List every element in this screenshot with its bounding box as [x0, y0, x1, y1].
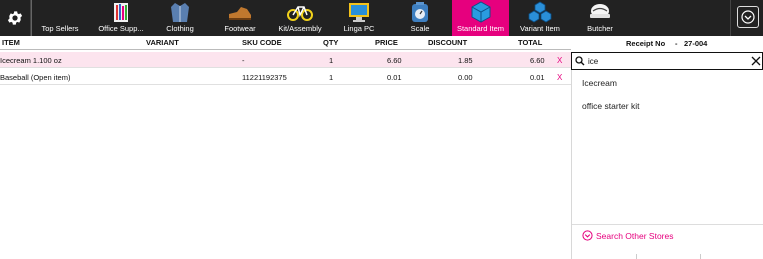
category-scale[interactable]: Scale: [398, 0, 442, 36]
item-price: 6.60: [387, 56, 402, 65]
item-qty: 1: [329, 56, 334, 65]
item-qty: 1: [329, 73, 334, 82]
chevron-down-circle-icon: [741, 10, 755, 24]
order-table-header: ITEM VARIANT SKU CODE QTY PRICE DISCOUNT…: [0, 36, 571, 50]
search-icon: [575, 56, 585, 66]
receipt-dash: -: [675, 39, 678, 48]
category-footwear[interactable]: Footwear: [214, 0, 266, 36]
category-label: Footwear: [224, 24, 256, 33]
suggestion-item[interactable]: Icecream: [582, 78, 617, 88]
category-label: Kit/Assembly: [278, 24, 322, 33]
item-sku: 11221192375: [242, 73, 287, 82]
table-row[interactable]: Baseball (Open item) 11221192375 1 0.01 …: [0, 69, 571, 85]
suggestion-item[interactable]: office starter kit: [582, 101, 639, 111]
divider: [572, 224, 763, 225]
col-variant: VARIANT: [146, 38, 179, 47]
item-discount: 1.85: [458, 56, 473, 65]
col-price: PRICE: [375, 38, 398, 47]
office-supplies-icon: [114, 3, 128, 22]
item-name: Baseball (Open item): [0, 73, 71, 82]
receipt-header: Receipt No - 27-004: [571, 36, 763, 50]
category-label: Clothing: [166, 24, 194, 33]
search-other-stores-button[interactable]: Search Other Stores: [582, 230, 673, 241]
search-input[interactable]: [588, 55, 738, 67]
category-label: Office Supp...: [98, 24, 144, 33]
category-standard-item[interactable]: Standard Item: [452, 0, 509, 36]
category-butcher[interactable]: Butcher: [578, 0, 622, 36]
item-discount: 0.00: [458, 73, 473, 82]
category-toolbar: Top Sellers Office Supp... Clothing Foot…: [0, 0, 763, 36]
category-variant-item[interactable]: Variant Item: [513, 0, 567, 36]
category-label: Standard Item: [456, 24, 505, 33]
gear-icon: [7, 11, 23, 25]
cube-icon: [471, 1, 490, 23]
col-discount: DISCOUNT: [428, 38, 468, 47]
col-qty: QTY: [323, 38, 339, 47]
scale-icon: [412, 2, 428, 22]
col-item: ITEM: [2, 38, 20, 47]
category-kit-assembly[interactable]: Kit/Assembly: [272, 0, 328, 36]
receipt-label: Receipt No: [626, 39, 666, 48]
chevron-down-circle-icon: [582, 230, 593, 241]
item-search-box: [571, 52, 763, 70]
col-total: TOTAL: [518, 38, 543, 47]
footwear-icon: [229, 7, 251, 20]
category-label: Variant Item: [520, 24, 560, 33]
col-sku: SKU CODE: [242, 38, 282, 47]
search-suggestions-panel: Icecream office starter kit Search Other…: [571, 70, 763, 259]
item-total: 0.01: [530, 73, 545, 82]
table-row[interactable]: Icecream 1.100 oz - 1 6.60 1.85 6.60 X: [0, 52, 571, 68]
category-label: Linga PC: [343, 24, 375, 33]
butcher-icon: [590, 4, 610, 18]
clear-search-button[interactable]: [751, 56, 761, 66]
monitor-icon: [349, 3, 369, 22]
search-other-stores-label: Search Other Stores: [596, 230, 674, 241]
category-top-sellers[interactable]: Top Sellers: [34, 0, 86, 36]
item-name: Icecream 1.100 oz: [0, 56, 62, 65]
settings-button[interactable]: [0, 0, 30, 36]
category-label: Top Sellers: [41, 24, 79, 33]
item-total: 6.60: [530, 56, 545, 65]
item-sku: -: [242, 56, 245, 65]
remove-item-button[interactable]: X: [557, 56, 562, 65]
remove-item-button[interactable]: X: [557, 73, 562, 82]
clothing-icon: [171, 3, 189, 22]
bicycle-icon: [287, 6, 313, 21]
receipt-number: 27-004: [684, 39, 708, 48]
item-price: 0.01: [387, 73, 402, 82]
category-label: Butcher: [587, 24, 613, 33]
more-categories-button[interactable]: [737, 6, 759, 28]
category-clothing[interactable]: Clothing: [156, 0, 204, 36]
category-office-supplies[interactable]: Office Supp...: [89, 0, 153, 36]
cubes-icon: [528, 1, 552, 23]
category-linga-pc[interactable]: Linga PC: [336, 0, 382, 36]
category-label: Scale: [410, 24, 430, 33]
